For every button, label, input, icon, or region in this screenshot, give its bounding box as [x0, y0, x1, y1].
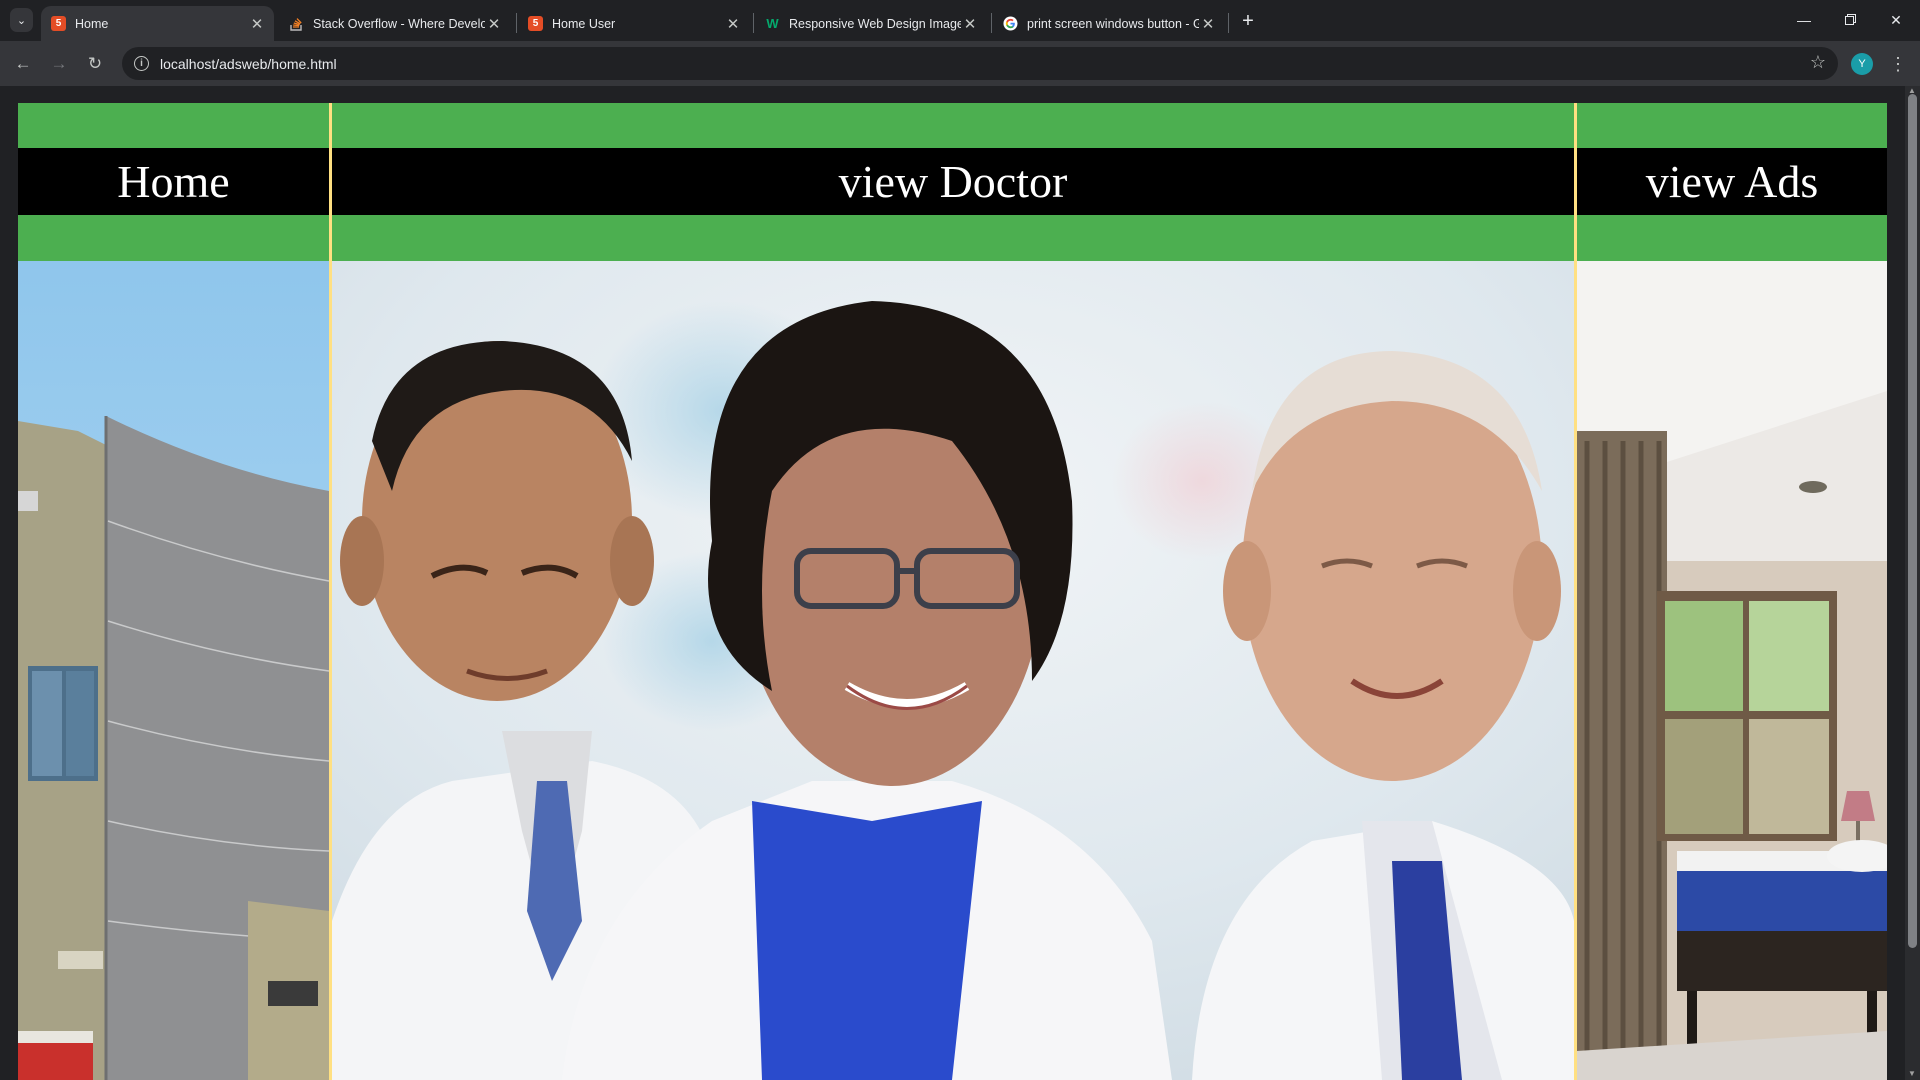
arrow-left-icon: ← — [14, 54, 32, 73]
tab-strip: ⌄ 5 Home ✕ Stack Overflow - Where Develo… — [0, 0, 1920, 41]
doctor-column: view Doctor — [332, 103, 1574, 1080]
tab-separator — [753, 13, 754, 33]
forward-button[interactable]: → — [44, 49, 74, 79]
tab-search-button[interactable]: ⌄ — [10, 8, 33, 32]
minimize-button[interactable]: — — [1781, 4, 1827, 36]
scrollbar-thumb[interactable] — [1908, 94, 1917, 948]
nav-view-ads[interactable]: view Ads — [1577, 103, 1887, 261]
close-icon[interactable]: ✕ — [1199, 15, 1217, 33]
tab-home-user[interactable]: 5 Home User ✕ — [518, 6, 750, 41]
page: Home view Doctor view Ads — [18, 103, 1887, 1080]
site-info-icon[interactable]: i — [134, 56, 149, 71]
w3schools-icon: W — [766, 16, 779, 31]
back-button[interactable]: ← — [8, 49, 38, 79]
tab-title: Home User — [552, 16, 616, 31]
tab-home[interactable]: 5 Home ✕ — [41, 6, 274, 41]
arrow-right-icon: → — [50, 54, 68, 73]
new-tab-button[interactable]: + — [1236, 9, 1260, 33]
chevron-down-icon: ⌄ — [16, 14, 27, 27]
tab-google-search[interactable]: print screen windows button - G ✕ — [993, 6, 1225, 41]
tab-separator — [516, 13, 517, 33]
page-viewport: Home view Doctor view Ads — [0, 86, 1920, 1080]
nav-home-label[interactable]: Home — [18, 148, 329, 215]
hospital-room-image — [1577, 261, 1887, 1080]
close-icon[interactable]: ✕ — [485, 15, 503, 33]
address-bar[interactable]: i localhost/adsweb/home.html ☆ — [122, 47, 1838, 80]
close-window-button[interactable]: ✕ — [1873, 4, 1919, 36]
html5-icon: 5 — [51, 16, 66, 31]
tab-title: Responsive Web Design Images — [789, 16, 961, 31]
nav-view-doctor-label[interactable]: view Doctor — [332, 148, 1574, 215]
nav-view-ads-label[interactable]: view Ads — [1577, 148, 1887, 215]
tab-responsive-images[interactable]: W Responsive Web Design Images ✕ — [755, 6, 987, 41]
restore-button[interactable] — [1827, 4, 1873, 36]
tab-title: print screen windows button - G — [1027, 16, 1199, 31]
close-icon[interactable]: ✕ — [724, 15, 742, 33]
vertical-scrollbar[interactable]: ▲ ▼ — [1905, 86, 1920, 1080]
nav-home[interactable]: Home — [18, 103, 329, 261]
stackoverflow-icon — [289, 16, 304, 31]
kebab-menu-icon: ⋮ — [1889, 53, 1907, 74]
ads-column: view Ads — [1577, 103, 1887, 1080]
reload-button[interactable]: ↻ — [80, 49, 110, 79]
reload-icon: ↻ — [87, 54, 103, 73]
close-icon[interactable]: ✕ — [248, 15, 266, 33]
close-icon: ✕ — [1890, 11, 1902, 28]
url-text[interactable]: localhost/adsweb/home.html — [160, 56, 337, 72]
tab-title: Home — [75, 16, 109, 31]
scroll-down-arrow-icon[interactable]: ▼ — [1908, 1069, 1916, 1078]
menu-button[interactable]: ⋮ — [1888, 51, 1908, 77]
nav-view-doctor[interactable]: view Doctor — [332, 103, 1574, 261]
restore-icon — [1844, 12, 1856, 28]
tab-separator — [1228, 13, 1229, 33]
google-icon — [1003, 16, 1018, 31]
close-icon[interactable]: ✕ — [961, 15, 979, 33]
plus-icon: + — [1242, 9, 1254, 32]
hospital-building-image — [18, 261, 329, 1080]
minimize-icon: — — [1797, 12, 1811, 28]
tab-title: Stack Overflow - Where Develo — [313, 16, 485, 31]
browser-toolbar: ← → ↻ i localhost/adsweb/home.html ☆ Y ⋮ — [0, 41, 1920, 86]
html5-icon: 5 — [528, 16, 543, 31]
profile-avatar[interactable]: Y — [1851, 53, 1873, 75]
tab-separator — [991, 13, 992, 33]
bookmark-star-icon[interactable]: ☆ — [1810, 52, 1826, 73]
tab-stack-overflow[interactable]: Stack Overflow - Where Develo ✕ — [279, 6, 511, 41]
home-column: Home — [18, 103, 329, 1080]
doctors-image — [332, 261, 1574, 1080]
